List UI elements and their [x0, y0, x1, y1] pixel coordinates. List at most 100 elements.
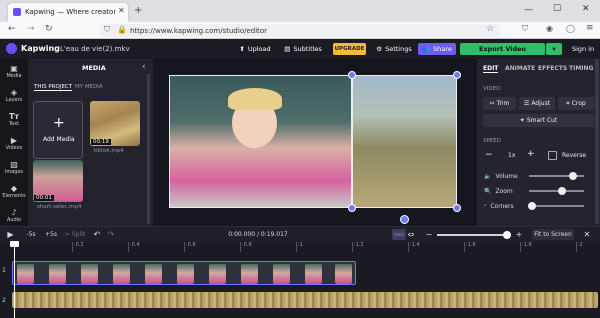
zoom-out-icon[interactable]: − [424, 229, 434, 240]
nav-videos[interactable]: ▶ Videos [0, 133, 28, 155]
nav-label: Text [8, 121, 20, 127]
volume-icon: 🔈 [484, 172, 492, 180]
resize-handle[interactable] [453, 71, 461, 79]
tab-effects[interactable]: EFFECTS [538, 65, 567, 72]
rotate-handle-icon[interactable] [400, 215, 409, 224]
timeline-zoom-slider[interactable] [437, 234, 509, 236]
collapse-panel-icon[interactable]: ‹ [142, 62, 146, 72]
trim-button[interactable]: ✂ Trim [483, 97, 516, 110]
pocket-icon[interactable]: ⛉ [522, 24, 528, 34]
ruler-tick: :1 [296, 242, 303, 252]
close-window-icon[interactable]: ✕ [582, 4, 590, 14]
smart-cut-button[interactable]: ✦ Smart Cut [483, 114, 594, 127]
play-icon[interactable]: ▶ [6, 229, 15, 240]
smart-cut-label: Smart Cut [526, 117, 558, 124]
close-timeline-icon[interactable]: ✕ [582, 229, 592, 240]
video-clip-track-2[interactable] [12, 292, 598, 308]
project-title[interactable]: L'eau de vie(2).mkv [60, 45, 130, 53]
media-name: short-selec.mp4 [37, 204, 82, 210]
timeline-ruler: 0 :0.2 :0.4 :0.6 :0.8 :1 :1.2 :1.4 :1.6 … [0, 242, 600, 252]
resize-handle[interactable] [453, 204, 461, 212]
media-scrollbar[interactable] [147, 74, 150, 224]
brand-name[interactable]: Kapwing [21, 44, 60, 53]
layers-icon: ◈ [10, 88, 18, 97]
adjust-label: Adjust [531, 100, 551, 107]
clip-frame [49, 264, 66, 284]
tab-timing[interactable]: TIMING [569, 65, 593, 72]
export-video-button[interactable]: Export Video [460, 43, 545, 55]
browser-tab[interactable]: Kapwing — Where creators bel ✕ [8, 3, 128, 22]
tab-animate[interactable]: ANIMATE [505, 65, 535, 72]
zoom-slider[interactable] [529, 190, 584, 192]
sliders-icon: ☰ [523, 100, 530, 107]
speed-section-label: SPEED [483, 138, 501, 144]
forward-icon[interactable]: → [27, 24, 35, 34]
fit-width-icon[interactable]: ⇔ [406, 229, 416, 240]
timeline-zoom-knob[interactable] [503, 231, 511, 239]
volume-knob[interactable] [569, 172, 577, 180]
corners-knob[interactable] [527, 202, 536, 210]
subtitles-button[interactable]: ▤ Subtitles [283, 43, 323, 55]
resize-handle[interactable] [348, 204, 356, 212]
address-bar[interactable]: ⛉ 🔒 https://www.kapwing.com/studio/edito… [100, 24, 500, 37]
video-clip-track-1[interactable] [12, 261, 356, 285]
volume-row: 🔈 Volume [484, 171, 594, 181]
panel-scrollbar[interactable] [595, 59, 599, 224]
nav-label: Elements [2, 193, 26, 199]
nav-images[interactable]: ▨ Images [0, 157, 28, 179]
minimize-icon[interactable]: — [524, 5, 533, 15]
nav-elements[interactable]: ◆ Elements [0, 181, 28, 203]
redo-icon[interactable]: ↷ [106, 229, 116, 240]
playhead-handle-icon[interactable] [10, 241, 19, 247]
undo-icon[interactable]: ↶ [92, 229, 102, 240]
back-5s-button[interactable]: -5s [22, 229, 40, 240]
share-button[interactable]: 👥 Share [418, 43, 456, 55]
extension-icon[interactable]: ◉ [546, 24, 553, 33]
tab-my-media[interactable]: MY MEDIA [75, 84, 103, 90]
sign-in-link[interactable]: Sign in [572, 45, 594, 53]
playhead[interactable] [14, 242, 15, 318]
settings-button[interactable]: ⚙ Settings [374, 43, 414, 55]
split-button[interactable]: ✂ Split [62, 229, 88, 240]
zoom-knob[interactable] [558, 187, 566, 195]
nav-text[interactable]: Tт Text [0, 109, 28, 131]
maximize-icon[interactable]: ☐ [553, 4, 561, 14]
media-thumb-short-selec[interactable]: 00:01 [33, 160, 83, 202]
clip-frame [145, 264, 162, 284]
new-tab-icon[interactable]: + [134, 5, 142, 16]
crop-button[interactable]: ⌗ Crop [558, 97, 594, 110]
tab-edit[interactable]: EDIT [483, 65, 499, 73]
video-layer-field[interactable] [352, 75, 457, 208]
profile-icon[interactable]: ◯ [566, 24, 575, 33]
kapwing-logo-icon[interactable] [6, 43, 17, 54]
kapwing-favicon-icon [13, 8, 21, 16]
upgrade-button[interactable]: UPGRADE [333, 43, 366, 55]
fit-to-screen-button[interactable]: Fit to Screen [532, 229, 574, 240]
speed-increase-icon[interactable]: + [527, 149, 535, 159]
corners-slider[interactable] [529, 205, 584, 207]
reverse-checkbox[interactable] [548, 151, 557, 160]
export-dropdown-icon[interactable]: ▾ [546, 43, 562, 55]
menu-icon[interactable]: ≡ [586, 23, 594, 33]
forward-5s-button[interactable]: +5s [42, 229, 60, 240]
media-thumb-tiktok[interactable]: 00:19 [90, 101, 140, 146]
tab-this-project[interactable]: THIS PROJECT [34, 84, 73, 91]
resize-handle[interactable] [348, 71, 356, 79]
add-media-button[interactable]: + Add Media [33, 101, 83, 159]
nav-label: Audio [6, 217, 22, 223]
nav-label: Layers [5, 97, 23, 103]
speed-decrease-icon[interactable]: − [485, 150, 493, 160]
zoom-in-icon[interactable]: + [514, 229, 524, 240]
nav-layers[interactable]: ◈ Layers [0, 85, 28, 107]
back-icon[interactable]: ← [8, 24, 16, 34]
bookmark-star-icon[interactable]: ☆ [486, 24, 494, 34]
share-label: Share [433, 45, 452, 53]
close-tab-icon[interactable]: ✕ [118, 6, 125, 15]
reload-icon[interactable]: ↻ [45, 24, 53, 34]
video-layer-girl[interactable] [169, 75, 352, 208]
upload-button[interactable]: ⬆ Upload [236, 43, 274, 55]
adjust-button[interactable]: ☰ Adjust [519, 97, 555, 110]
nav-audio[interactable]: ♪ Audio [0, 205, 28, 227]
snap-toggle-icon[interactable]: ▭▭ [392, 229, 406, 240]
nav-media[interactable]: ▣ Media [0, 61, 28, 83]
